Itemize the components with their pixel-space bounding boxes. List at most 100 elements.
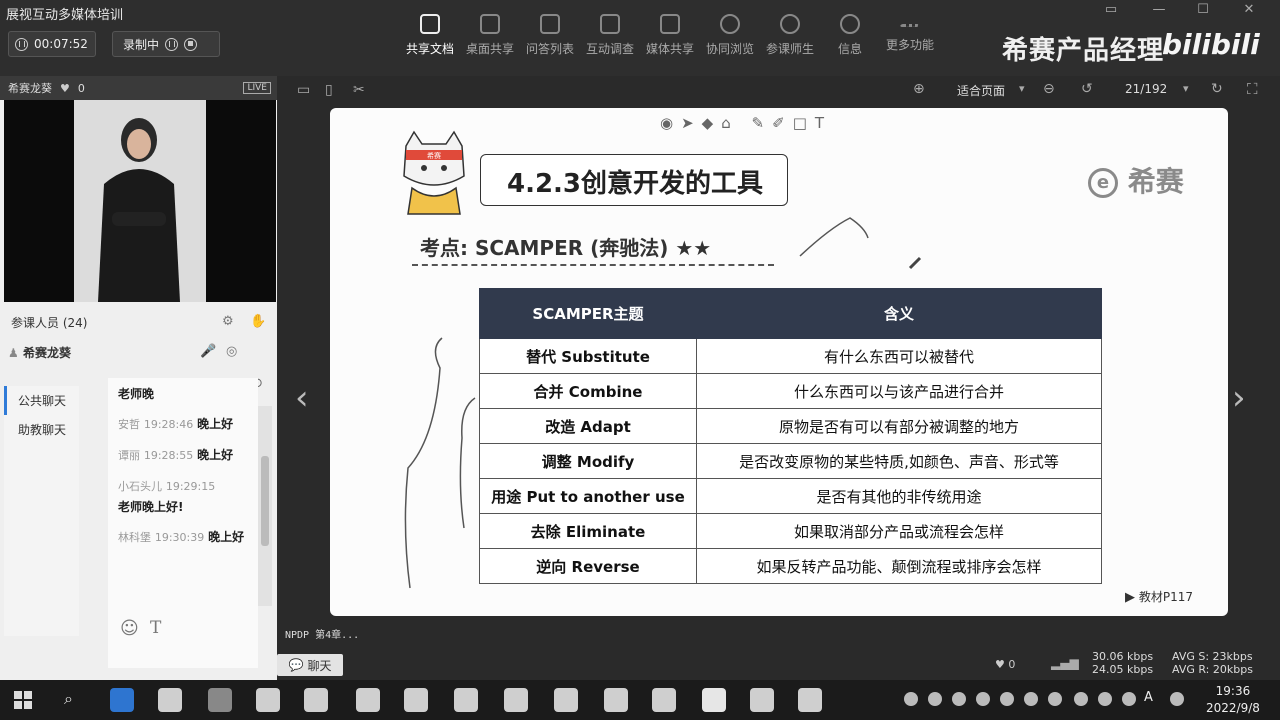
tab-public-chat[interactable]: 公共聊天 — [4, 386, 79, 415]
app-icon[interactable] — [554, 688, 578, 712]
fullscreen-icon[interactable]: ⛶ — [1247, 80, 1258, 98]
app-icon[interactable] — [798, 688, 822, 712]
microphone-icon[interactable]: 🎤 — [200, 344, 216, 359]
timer-button[interactable]: 00:07:52 — [8, 31, 96, 57]
tray-icon[interactable] — [976, 692, 990, 706]
close-icon[interactable]: ✕ — [1240, 2, 1258, 17]
stop-recording-icon[interactable] — [184, 37, 198, 51]
emoji-icon[interactable]: ☺ — [120, 618, 139, 639]
edge-icon[interactable] — [110, 688, 134, 712]
like-counter[interactable]: ♥ 0 — [995, 658, 1015, 671]
refresh-icon[interactable]: ↻ — [1211, 81, 1223, 97]
recording-button[interactable]: 录制中 — [112, 31, 220, 57]
app-icon[interactable] — [652, 688, 676, 712]
chat-scrollbar[interactable] — [258, 406, 272, 606]
scissors-icon[interactable]: ✂ — [353, 82, 365, 98]
recording-label: 录制中 — [123, 37, 160, 52]
avg-send: AVG S: 23kbps — [1172, 650, 1253, 663]
textbook-reference: ▶ 教材P117 — [1125, 590, 1193, 605]
tool-qa-list[interactable]: 问答列表 — [520, 14, 580, 57]
app-icon[interactable] — [702, 688, 726, 712]
tool-more[interactable]: 更多功能 — [880, 14, 940, 53]
tool-shared-docs[interactable]: 共享文档 — [400, 14, 460, 57]
zoom-select[interactable]: 适合页面 — [957, 82, 1005, 99]
next-page-arrow[interactable]: › — [1232, 378, 1246, 418]
app-icon[interactable] — [404, 688, 428, 712]
pause-recording-icon[interactable] — [165, 37, 179, 51]
timer-value: 00:07:52 — [34, 37, 88, 51]
info-icon — [840, 14, 860, 34]
chevron-down-icon[interactable]: ▾ — [1019, 82, 1025, 95]
app-icon[interactable] — [158, 688, 182, 712]
page-number[interactable]: 21/192 — [1125, 82, 1167, 96]
chat-message: 小石头儿 19:29:15 老师晚上好! — [118, 480, 216, 514]
camera-settings-icon[interactable]: ◎ — [226, 344, 237, 359]
table-cell: 合并 Combine — [479, 373, 697, 409]
minimize-icon[interactable]: — — [1150, 2, 1168, 17]
scrollbar-thumb[interactable] — [261, 456, 269, 546]
windows-start-icon[interactable] — [14, 691, 32, 709]
heart-icon[interactable]: ♥ — [60, 82, 70, 95]
table-row: 替代 Substitute 有什么东西可以被替代 — [479, 338, 1102, 374]
folder-icon[interactable]: ▭ — [297, 82, 310, 98]
chat-tabs: 公共聊天 助教聊天 — [4, 386, 79, 636]
tab-assistant-chat[interactable]: 助教聊天 — [4, 415, 79, 444]
tool-participants[interactable]: 参课师生 — [760, 14, 820, 57]
file-icon[interactable]: ▯ — [325, 82, 333, 98]
app-icon[interactable] — [356, 688, 380, 712]
table-cell: 替代 Substitute — [479, 338, 697, 374]
tray-icon[interactable] — [1000, 692, 1014, 706]
table-cell: 如果反转产品功能、颠倒流程或排序会怎样 — [696, 548, 1102, 584]
volume-icon[interactable] — [1122, 692, 1136, 706]
maximize-icon[interactable]: ☐ — [1194, 2, 1212, 17]
column-header: 含义 — [696, 288, 1102, 339]
tool-media-share[interactable]: 媒体共享 — [640, 14, 700, 57]
chat-message: 老师晚 — [118, 387, 155, 401]
tray-icon[interactable] — [904, 692, 918, 706]
app-icon[interactable] — [604, 688, 628, 712]
search-icon[interactable]: ⌕ — [64, 689, 73, 709]
table-cell: 如果取消部分产品或流程会怎样 — [696, 513, 1102, 549]
ime-icon[interactable] — [1170, 692, 1184, 706]
settings-icon[interactable]: ⚙ — [222, 314, 234, 329]
tool-desktop-share[interactable]: 桌面共享 — [460, 14, 520, 57]
ime-indicator[interactable]: A — [1144, 690, 1153, 705]
prev-page-arrow[interactable]: ‹ — [295, 378, 309, 418]
document-icon — [420, 14, 440, 34]
download-rate: 24.05 kbps — [1092, 663, 1154, 676]
text-format-icon[interactable]: T — [150, 618, 161, 638]
chat-button[interactable]: 💬 聊天 — [277, 654, 343, 676]
tray-icon[interactable] — [1024, 692, 1038, 706]
app-icon[interactable] — [208, 688, 232, 712]
video-letterbox-right — [206, 100, 276, 302]
restore-icon[interactable]: ▭ — [1102, 2, 1120, 17]
tool-info[interactable]: 信息 — [820, 14, 880, 57]
qa-icon — [540, 14, 560, 34]
page-dropdown-icon[interactable]: ▾ — [1183, 82, 1189, 95]
system-clock[interactable]: 19:36 2022/9/8 — [1206, 683, 1260, 717]
survey-icon — [600, 14, 620, 34]
app-icon[interactable] — [454, 688, 478, 712]
app-icon[interactable] — [504, 688, 528, 712]
bluetooth-icon[interactable] — [1074, 692, 1088, 706]
zoom-out-icon[interactable]: ⊖ — [1043, 81, 1055, 97]
presenter-name: ♟ 希赛龙葵 — [8, 346, 71, 360]
tool-co-browse[interactable]: 协同浏览 — [700, 14, 760, 57]
app-icon[interactable] — [750, 688, 774, 712]
app-icon[interactable] — [256, 688, 280, 712]
slide: ◉➤◆⌂ ✎✐□T 希赛 4.2.3创意开发的工具 e 希赛 考点: SCAMP… — [330, 108, 1228, 616]
tool-survey[interactable]: 互动调查 — [580, 14, 640, 57]
upload-rate: 30.06 kbps — [1092, 650, 1154, 663]
app-icon[interactable] — [304, 688, 328, 712]
hand-icon[interactable]: ✋ — [250, 314, 266, 329]
tray-icon[interactable] — [1048, 692, 1062, 706]
more-icon — [900, 24, 920, 30]
rotate-icon[interactable]: ↺ — [1081, 81, 1093, 97]
tray-icon[interactable] — [952, 692, 966, 706]
avg-receive: AVG R: 20kbps — [1172, 663, 1253, 676]
zoom-in-icon[interactable]: ⊕ — [913, 81, 925, 97]
app-title: 展视互动多媒体培训 — [6, 8, 124, 23]
host-name: 希赛龙葵 — [8, 82, 52, 95]
network-icon[interactable] — [1098, 692, 1112, 706]
tray-icon[interactable] — [928, 692, 942, 706]
